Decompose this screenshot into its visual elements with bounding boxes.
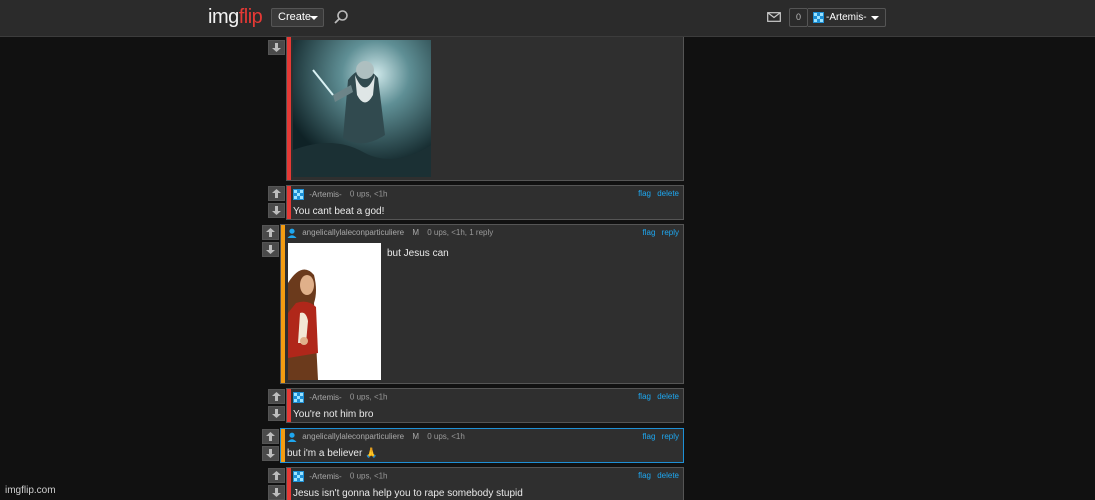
arrow-up-icon <box>266 228 275 237</box>
thread-bar <box>287 468 291 500</box>
chevron-down-icon <box>871 16 879 20</box>
arrow-down-icon <box>272 409 281 418</box>
imgflip-watermark: imgflip.com <box>5 485 56 496</box>
comment: -Artemis- 0 ups, <1h flag delete You can… <box>286 185 684 220</box>
jesus-peeking-image <box>288 243 381 380</box>
comment-meta: angelicallylaleconparticuliere M 0 ups, … <box>287 228 493 238</box>
downvote-button[interactable] <box>268 203 285 218</box>
downvote-button[interactable] <box>262 242 279 257</box>
thread-bar <box>281 225 285 383</box>
user-avatar-icon <box>813 12 824 23</box>
top-navbar: imgflip Create 0 -Artemis- <box>0 0 1095 37</box>
comment-upvotes: 0 ups, <1h <box>427 432 465 442</box>
comment-username[interactable]: -Artemis- <box>309 393 341 402</box>
comment-actions: flag reply <box>639 228 679 237</box>
reply-link[interactable]: reply <box>662 432 679 441</box>
comment: angelicallylaleconparticuliere M 0 ups, … <box>280 224 684 384</box>
comment: -Artemis- 0 ups, <1h flag delete Jesus i… <box>286 467 684 500</box>
thread-bar <box>287 37 291 180</box>
flag-link[interactable]: flag <box>643 228 656 237</box>
delete-link[interactable]: delete <box>657 392 679 401</box>
user-flair: M <box>412 432 419 442</box>
arrow-down-icon <box>272 488 281 497</box>
comment-username[interactable]: -Artemis- <box>309 472 341 481</box>
flag-link[interactable]: flag <box>638 392 651 401</box>
delete-link[interactable]: delete <box>657 471 679 480</box>
imgflip-logo[interactable]: imgflip <box>208 6 263 29</box>
comment-actions: flag reply <box>639 432 679 441</box>
comment-meta: angelicallylaleconparticuliere M 0 ups, … <box>287 432 465 442</box>
user-icon[interactable] <box>287 228 297 238</box>
downvote-button[interactable] <box>262 446 279 461</box>
arrow-up-icon <box>266 432 275 441</box>
arrow-down-icon <box>272 206 281 215</box>
downvote-button[interactable] <box>268 40 285 55</box>
arrow-up-icon <box>272 189 281 198</box>
user-avatar-icon[interactable] <box>293 392 304 403</box>
jesus-figure <box>288 269 318 380</box>
user-flair: M <box>412 228 419 238</box>
comment-actions: flag delete <box>634 471 679 480</box>
arrow-up-icon <box>272 471 281 480</box>
comment-username[interactable]: -Artemis- <box>309 190 341 199</box>
comment-upvotes: 0 ups, <1h <box>349 471 388 481</box>
comment-text: Jesus isn't gonna help you to rape someb… <box>293 488 523 499</box>
arrow-down-icon <box>266 449 275 458</box>
user-avatar-icon[interactable] <box>293 189 304 200</box>
comment-text: but i'm a believer 🙏 <box>287 448 378 459</box>
comment-meta: -Artemis- 0 ups, <1h <box>293 392 388 403</box>
user-avatar-icon[interactable] <box>293 471 304 482</box>
downvote-button[interactable] <box>268 485 285 500</box>
upvote-button[interactable] <box>268 468 285 483</box>
downvote-button[interactable] <box>268 406 285 421</box>
create-label: Create <box>278 11 312 23</box>
comment-text: but Jesus can <box>387 248 449 259</box>
comment-upvotes: 0 ups, <1h, 1 reply <box>427 228 494 238</box>
username-label: -Artemis- <box>826 12 867 23</box>
comment-actions: flag delete <box>634 392 679 401</box>
comment-meta: -Artemis- 0 ups, <1h <box>293 189 388 200</box>
arrow-down-icon <box>266 245 275 254</box>
wizard-image <box>293 40 431 177</box>
thread-bar <box>287 389 291 422</box>
thread-bar <box>287 186 291 219</box>
comment: -Artemis- 0 ups, <1h flag delete You're … <box>286 388 684 423</box>
comment-upvotes: 0 ups, <1h <box>349 392 388 402</box>
comment-highlighted: angelicallylaleconparticuliere M 0 ups, … <box>280 428 684 463</box>
notification-count[interactable]: 0 <box>789 8 808 27</box>
comment-text: You cant beat a god! <box>293 206 385 217</box>
chevron-down-icon <box>310 16 318 20</box>
flag-link[interactable]: flag <box>638 471 651 480</box>
upvote-button[interactable] <box>268 389 285 404</box>
user-icon[interactable] <box>287 432 297 442</box>
comment-username[interactable]: angelicallylaleconparticuliere <box>302 432 404 441</box>
delete-link[interactable]: delete <box>657 189 679 198</box>
flag-link[interactable]: flag <box>643 432 656 441</box>
upvote-button[interactable] <box>262 429 279 444</box>
create-button[interactable]: Create <box>271 8 324 27</box>
upvote-button[interactable] <box>268 186 285 201</box>
comment-upvotes: 0 ups, <1h <box>349 189 388 199</box>
reply-link[interactable]: reply <box>662 228 679 237</box>
thread-bar <box>281 429 285 462</box>
comment-text: You're not him bro <box>293 409 374 420</box>
mail-icon[interactable] <box>767 12 781 22</box>
user-menu-button[interactable]: -Artemis- <box>808 8 886 27</box>
search-icon[interactable] <box>333 9 349 25</box>
comment-actions: flag delete <box>634 189 679 198</box>
arrow-down-icon <box>272 43 281 52</box>
arrow-up-icon <box>272 392 281 401</box>
comment-username[interactable]: angelicallylaleconparticuliere <box>302 228 404 237</box>
upvote-button[interactable] <box>262 225 279 240</box>
comment-image-post <box>286 37 684 181</box>
comment-meta: -Artemis- 0 ups, <1h <box>293 471 388 482</box>
flag-link[interactable]: flag <box>638 189 651 198</box>
